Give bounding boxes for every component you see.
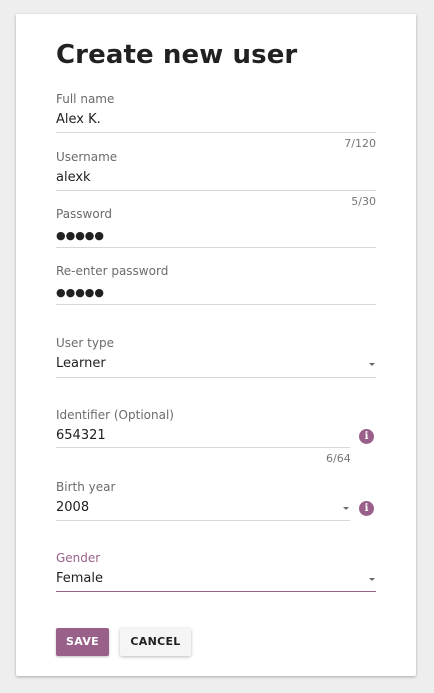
username-underline — [56, 190, 376, 191]
identifier-field[interactable]: Identifier (Optional) 654321 6/64 i — [56, 408, 376, 478]
info-icon[interactable]: i — [359, 429, 374, 444]
page-title: Create new user — [56, 40, 298, 70]
user-type-select[interactable]: User type Learner — [56, 336, 376, 386]
identifier-input[interactable]: 654321 — [56, 428, 106, 443]
save-button[interactable]: SAVE — [56, 628, 109, 656]
gender-value: Female — [56, 571, 104, 586]
reenter-password-underline — [56, 304, 376, 305]
full-name-label: Full name — [56, 92, 115, 106]
chevron-down-icon[interactable] — [369, 363, 375, 366]
birth-year-underline — [56, 520, 350, 521]
user-type-underline — [56, 377, 376, 378]
reenter-password-field[interactable]: Re-enter password ●●●●● — [56, 264, 376, 314]
gender-label: Gender — [56, 551, 101, 565]
identifier-counter: 6/64 — [326, 452, 351, 465]
cancel-button[interactable]: CANCEL — [120, 628, 191, 656]
chevron-down-icon[interactable] — [343, 507, 349, 510]
password-label: Password — [56, 207, 113, 221]
gender-underline — [56, 591, 376, 592]
create-user-card: Create new user Full name Alex K. 7/120 … — [16, 14, 416, 676]
password-underline — [56, 247, 376, 248]
full-name-input[interactable]: Alex K. — [56, 112, 101, 127]
birth-year-value: 2008 — [56, 500, 90, 515]
chevron-down-icon[interactable] — [369, 578, 375, 581]
username-label: Username — [56, 150, 118, 164]
full-name-counter: 7/120 — [344, 137, 376, 150]
username-input[interactable]: alexk — [56, 170, 91, 185]
identifier-underline — [56, 447, 350, 448]
gender-select[interactable]: Gender Female — [56, 551, 376, 601]
identifier-label: Identifier (Optional) — [56, 408, 174, 422]
user-type-value: Learner — [56, 356, 106, 371]
password-input[interactable]: ●●●●● — [56, 229, 104, 242]
info-icon[interactable]: i — [359, 501, 374, 516]
full-name-underline — [56, 132, 376, 133]
password-field[interactable]: Password ●●●●● — [56, 207, 376, 257]
birth-year-label: Birth year — [56, 480, 116, 494]
reenter-password-input[interactable]: ●●●●● — [56, 286, 104, 299]
user-type-label: User type — [56, 336, 114, 350]
reenter-password-label: Re-enter password — [56, 264, 169, 278]
birth-year-select[interactable]: Birth year 2008 i — [56, 480, 376, 530]
